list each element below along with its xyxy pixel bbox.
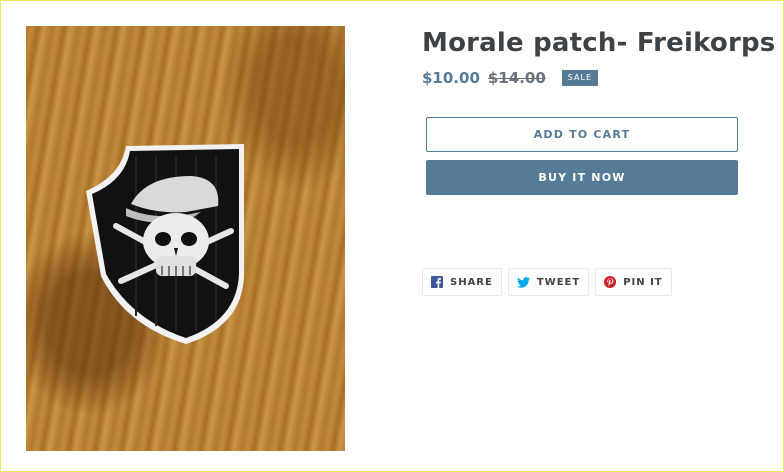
tweet-label: TWEET [536, 276, 581, 288]
share-twitter-button[interactable]: TWEET [507, 268, 590, 296]
pin-label: PIN IT [623, 276, 663, 288]
share-pinterest-button[interactable]: PIN IT [595, 268, 672, 296]
compare-price: $14.00 [487, 69, 546, 87]
product-image[interactable] [26, 26, 345, 451]
price-row: $10.00 $14.00 SALE [422, 69, 598, 87]
sale-badge: SALE [561, 70, 598, 86]
share-label: SHARE [450, 276, 493, 288]
product-title: Morale patch- Freikorps [422, 28, 776, 58]
sale-price: $10.00 [422, 69, 480, 87]
add-to-cart-button[interactable]: ADD TO CART [426, 117, 738, 152]
facebook-icon [431, 276, 443, 288]
social-share: SHARE TWEET PIN IT [422, 268, 672, 296]
twitter-icon [516, 276, 530, 288]
share-facebook-button[interactable]: SHARE [422, 268, 502, 296]
pinterest-icon [604, 276, 617, 288]
morale-patch-illustration [86, 144, 244, 344]
buy-it-now-button[interactable]: BUY IT NOW [426, 160, 738, 195]
